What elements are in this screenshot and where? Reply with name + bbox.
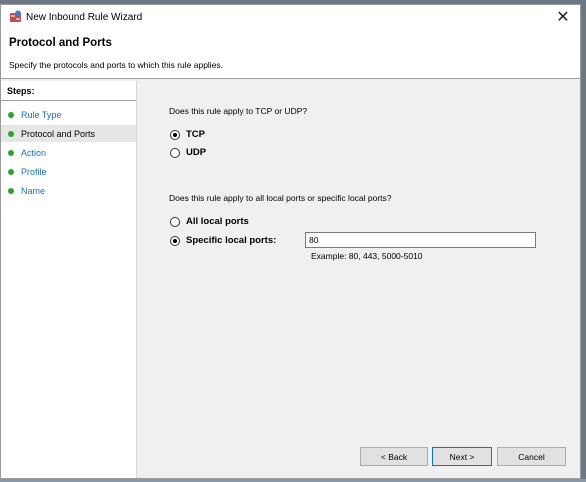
- radio-label: UDP: [186, 147, 207, 158]
- step-protocol-and-ports[interactable]: Protocol and Ports: [1, 125, 136, 142]
- radio-indicator[interactable]: [170, 129, 180, 140]
- step-label: Protocol and Ports: [21, 128, 96, 139]
- radio-label: All local ports: [186, 216, 249, 227]
- radio-label: Specific local ports:: [186, 235, 277, 246]
- cancel-button[interactable]: Cancel: [497, 447, 566, 466]
- step-profile[interactable]: Profile: [1, 163, 136, 180]
- back-button[interactable]: < Back: [360, 447, 428, 466]
- radio-label: TCP: [186, 129, 205, 140]
- step-label: Action: [21, 147, 47, 158]
- wizard-header: Protocol and Ports Specify the protocols…: [1, 31, 580, 79]
- steps-heading: Steps:: [7, 86, 35, 96]
- firewall-shield-icon: [10, 10, 21, 22]
- close-button[interactable]: ✕: [546, 5, 580, 29]
- wizard-window: New Inbound Rule Wizard ✕ Protocol and P…: [0, 4, 581, 479]
- ports-question: Does this rule apply to all local ports …: [169, 193, 392, 203]
- protocol-question: Does this rule apply to TCP or UDP?: [169, 106, 308, 116]
- window-title: New Inbound Rule Wizard: [26, 12, 143, 23]
- close-icon: ✕: [556, 9, 570, 26]
- radio-indicator[interactable]: [170, 147, 180, 158]
- udp-radio[interactable]: UDP: [170, 147, 206, 158]
- step-name[interactable]: Name: [1, 182, 136, 199]
- step-action[interactable]: Action: [1, 144, 136, 161]
- step-status-icon: [8, 149, 14, 156]
- step-status-icon: [8, 168, 14, 175]
- radio-indicator[interactable]: [170, 235, 180, 246]
- title-bar[interactable]: New Inbound Rule Wizard ✕: [1, 5, 580, 31]
- step-label: Name: [21, 185, 46, 196]
- page-subtitle: Specify the protocols and ports to which…: [9, 60, 224, 70]
- step-label: Profile: [21, 166, 47, 177]
- step-status-icon: [8, 111, 14, 118]
- steps-panel: Steps: Rule Type Protocol and Ports Acti…: [1, 81, 137, 478]
- step-status-icon: [8, 130, 14, 137]
- specific-local-ports-radio[interactable]: Specific local ports:: [170, 235, 276, 246]
- step-label: Rule Type: [21, 109, 62, 120]
- steps-divider: [1, 100, 136, 101]
- page-title: Protocol and Ports: [9, 37, 112, 49]
- step-rule-type[interactable]: Rule Type: [1, 106, 136, 123]
- wizard-content: Does this rule apply to TCP or UDP? TCP …: [138, 81, 580, 478]
- step-status-icon: [8, 187, 14, 194]
- ports-example: Example: 80, 443, 5000-5010: [311, 251, 423, 261]
- radio-indicator[interactable]: [170, 216, 180, 227]
- all-local-ports-radio[interactable]: All local ports: [170, 216, 249, 227]
- next-button[interactable]: Next >: [432, 447, 492, 466]
- tcp-radio[interactable]: TCP: [170, 129, 205, 140]
- specific-ports-input[interactable]: [305, 232, 536, 248]
